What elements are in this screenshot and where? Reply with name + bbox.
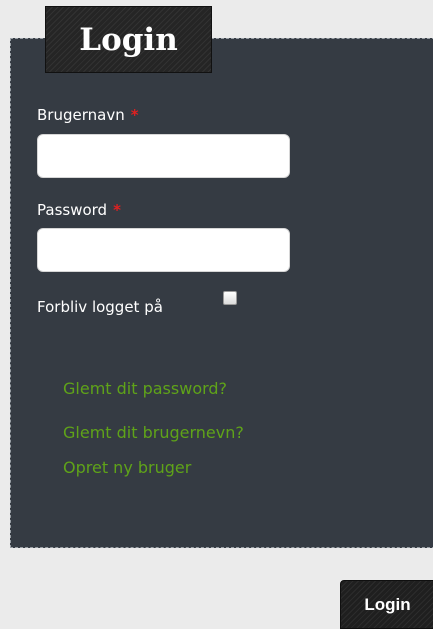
login-heading-tab: Login bbox=[45, 6, 212, 73]
password-label: Password * bbox=[37, 201, 121, 219]
remember-me-checkbox[interactable] bbox=[223, 291, 237, 305]
forgot-password-link[interactable]: Glemt dit password? bbox=[63, 379, 227, 398]
password-input[interactable] bbox=[37, 228, 290, 272]
username-label: Brugernavn * bbox=[37, 106, 139, 124]
login-submit-button[interactable]: Login bbox=[340, 580, 433, 629]
remember-me-label: Forbliv logget på bbox=[37, 298, 163, 316]
create-user-link[interactable]: Opret ny bruger bbox=[63, 458, 191, 477]
password-label-text: Password bbox=[37, 201, 108, 219]
required-marker: * bbox=[130, 106, 139, 124]
required-marker: * bbox=[113, 201, 121, 219]
username-input[interactable] bbox=[37, 134, 290, 178]
forgot-username-link[interactable]: Glemt dit brugernevn? bbox=[63, 423, 244, 442]
username-label-text: Brugernavn bbox=[37, 106, 125, 124]
